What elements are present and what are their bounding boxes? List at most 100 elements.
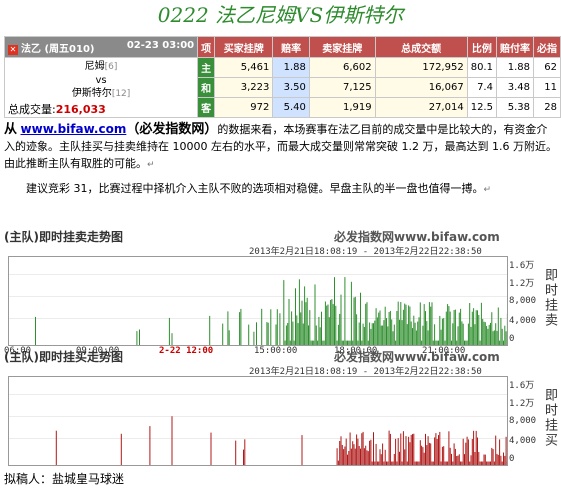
bar (501, 461, 503, 465)
bar (500, 317, 502, 345)
bar (477, 310, 478, 345)
bar (506, 313, 507, 345)
bar (356, 314, 358, 345)
bar (350, 448, 352, 465)
bar (421, 340, 423, 345)
bar (352, 340, 354, 345)
cell-index: 62 (532, 57, 561, 78)
bar (209, 315, 211, 345)
bar (428, 302, 430, 345)
bar (228, 330, 230, 345)
bar (431, 461, 433, 465)
bar (466, 340, 468, 345)
bar (487, 328, 489, 345)
bar (408, 305, 410, 345)
bar (449, 311, 451, 345)
bar (357, 438, 359, 465)
bar (317, 340, 319, 345)
bar (339, 313, 341, 345)
bar (376, 461, 378, 465)
bar (371, 323, 373, 345)
bar (292, 321, 294, 345)
cell-buy: 5,461 (214, 57, 274, 78)
bar (406, 461, 408, 465)
bar (505, 331, 507, 345)
bar (504, 325, 506, 345)
col-payout: 赔付率 (495, 36, 534, 58)
bar (480, 461, 482, 465)
bar (283, 280, 285, 345)
bar (409, 306, 411, 345)
bar (369, 440, 371, 465)
bar (484, 322, 486, 345)
bar (451, 340, 452, 345)
bar (465, 340, 467, 345)
bar (451, 453, 452, 465)
cell-buy: 972 (214, 97, 274, 118)
bar (445, 311, 447, 345)
bar (379, 310, 381, 345)
bar (435, 340, 437, 345)
bar (428, 442, 430, 465)
cell-sell: 7,125 (308, 77, 376, 98)
away-team: 伊斯特尔 (71, 87, 112, 99)
league-label: 法乙 (周五010) (21, 43, 95, 55)
bar (438, 435, 439, 465)
article-paragraph-2: 建议竞彩 31，比赛过程中择机介入主队不败的选项相对稳健。早盘主队的半一盘也值得… (4, 180, 557, 199)
bar (423, 304, 425, 345)
bar (491, 312, 493, 345)
bar (297, 323, 299, 345)
bar (449, 447, 451, 465)
site-link[interactable]: www.bifaw.com (21, 122, 127, 136)
table-header-row: ✕ 法乙 (周五010) 02-23 03:00 项 买家挂牌 赔率 卖家挂牌 总… (3, 36, 561, 58)
bar (289, 340, 291, 345)
bar (276, 309, 278, 345)
bar (461, 321, 463, 345)
bar (375, 443, 377, 465)
bar (471, 311, 473, 345)
bar (478, 315, 480, 345)
bar (401, 461, 403, 465)
bar (248, 324, 250, 345)
y-tick-label: 8,000 (509, 416, 537, 426)
return-mark: ↵ (483, 185, 492, 195)
bar (419, 440, 421, 465)
bar (344, 277, 346, 345)
bar (337, 460, 339, 465)
bar (506, 461, 507, 465)
bar (354, 448, 356, 465)
bar (358, 322, 360, 345)
bar (243, 449, 244, 465)
bar (270, 309, 272, 345)
paragraph-text: 建议竞彩 31，比赛过程中择机介入主队不败的选项相对稳健。早盘主队的半一盘也值得… (26, 182, 484, 195)
bar (432, 340, 434, 345)
bar (350, 281, 352, 345)
away-rank: [12] (111, 88, 131, 99)
bar (443, 318, 445, 345)
bar (462, 323, 464, 345)
bar (406, 324, 408, 345)
bar (380, 454, 382, 465)
bar (349, 340, 351, 345)
bar (313, 340, 315, 345)
y-tick-label: 4,000 (509, 436, 537, 446)
bar (454, 448, 456, 465)
cell-payout: 1.88 (495, 57, 534, 78)
bar (343, 340, 345, 345)
bar (168, 317, 170, 345)
match-odds-table: ✕ 法乙 (周五010) 02-23 03:00 项 买家挂牌 赔率 卖家挂牌 总… (3, 36, 561, 118)
bar (488, 324, 490, 345)
bar (373, 432, 374, 465)
bar (422, 447, 424, 465)
vs-label: vs (95, 74, 107, 86)
bar (311, 340, 313, 345)
bar (479, 461, 481, 465)
bar (306, 297, 308, 345)
bar (298, 279, 300, 345)
bar (55, 430, 57, 465)
bar (497, 307, 499, 345)
bar (291, 311, 293, 345)
bar (452, 323, 454, 345)
bar (387, 461, 389, 465)
bar (412, 328, 413, 345)
